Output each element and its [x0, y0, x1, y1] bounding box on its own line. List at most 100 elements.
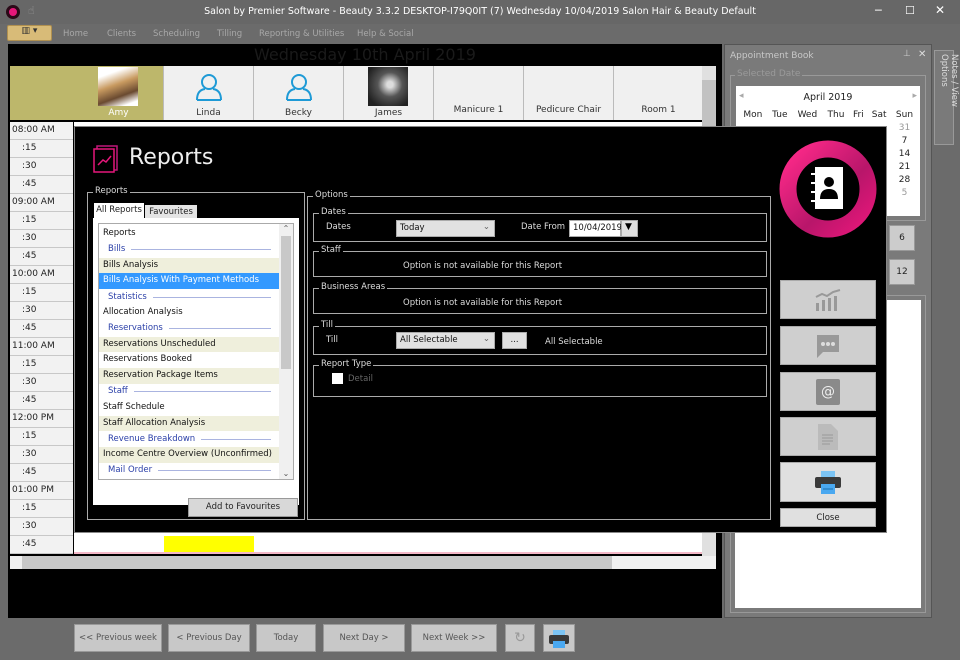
chevron-down-icon: ⌄: [482, 222, 490, 232]
report-item[interactable]: Income Centre Overview (Unconfirmed): [99, 447, 279, 463]
diary-date-heading: Wednesday 10th April 2019: [254, 45, 476, 64]
print-diary-button[interactable]: [543, 624, 575, 652]
scroll-up-icon[interactable]: ⌃: [279, 224, 293, 233]
reports-dialog: Reports Reports All Reports Favourites R…: [74, 126, 887, 533]
report-item[interactable]: Bills Analysis: [99, 257, 279, 274]
previous-week-button[interactable]: << Previous week: [74, 624, 162, 652]
report-item[interactable]: Staff Schedule: [99, 400, 279, 416]
options-group: Options Dates Dates Today ⌄ Date From 10/…: [307, 190, 771, 520]
printer-icon: [549, 630, 569, 648]
resource-becky[interactable]: Becky: [254, 66, 344, 120]
date-from-input[interactable]: 10/04/2019: [569, 220, 622, 237]
tab-scheduling[interactable]: Scheduling: [153, 29, 200, 39]
report-item[interactable]: Reservation Package Items: [99, 368, 279, 384]
weekday: Wed: [797, 109, 818, 120]
calendar-day[interactable]: 21: [891, 160, 918, 173]
calendar-day[interactable]: 31: [891, 121, 918, 134]
report-item[interactable]: Reservations Booked: [99, 352, 279, 368]
scroll-thumb[interactable]: [281, 236, 291, 369]
calendar-day[interactable]: 7: [891, 134, 918, 147]
time-slot-label: :30: [10, 374, 73, 392]
tab-home[interactable]: Home: [63, 29, 88, 39]
print-report-button[interactable]: [780, 462, 876, 502]
report-category: Reservations: [99, 320, 279, 337]
calendar-day[interactable]: 14: [891, 147, 918, 160]
resource-name: Pedicure Chair: [535, 105, 602, 115]
time-slot-label: :15: [10, 284, 73, 302]
refresh-button[interactable]: ↻: [505, 624, 535, 652]
time-slot-label: 01:00 PM: [10, 482, 73, 500]
dates-select[interactable]: Today ⌄: [396, 220, 495, 237]
previous-day-button[interactable]: < Previous Day: [168, 624, 250, 652]
till-label: Till: [326, 335, 339, 345]
list-scrollbar[interactable]: ⌃ ⌄: [279, 224, 293, 479]
date-from-label: Date From: [521, 222, 566, 232]
group-label: Options: [313, 190, 350, 200]
tab-favourites[interactable]: Favourites: [145, 205, 197, 219]
tab-all-reports[interactable]: All Reports: [94, 203, 144, 218]
report-item[interactable]: Staff Allocation Analysis: [99, 415, 279, 432]
date-picker-button[interactable]: ▼: [621, 220, 638, 237]
report-item[interactable]: Reservations Unscheduled: [99, 336, 279, 353]
email-button[interactable]: @: [780, 372, 876, 411]
ribbon: ▥ ▾ Home Clients Scheduling Tilling Repo…: [0, 24, 960, 44]
group-label: Report Type: [319, 359, 374, 369]
detail-checkbox[interactable]: [332, 373, 343, 384]
resource-room-1[interactable]: Room 1: [614, 66, 704, 120]
weekday: Thu: [827, 109, 845, 120]
notes-view-options-tab[interactable]: Notes / View Options: [934, 50, 959, 145]
next-month-icon[interactable]: ▸: [912, 91, 917, 101]
time-slot-label: :15: [10, 428, 73, 446]
next-week-button[interactable]: Next Week >>: [411, 624, 497, 652]
next-day-button[interactable]: Next Day >: [323, 624, 405, 652]
minimize-button[interactable]: ─: [875, 4, 882, 17]
pin-icon[interactable]: ⊥: [903, 49, 911, 59]
close-window-button[interactable]: ✕: [935, 3, 945, 17]
interval-6-button[interactable]: 6: [889, 225, 915, 251]
tab-tilling[interactable]: Tilling: [217, 29, 242, 39]
maximize-button[interactable]: ☐: [905, 4, 915, 17]
weekday: Sun: [895, 109, 914, 120]
time-slot-label: :15: [10, 356, 73, 374]
avatar: [98, 67, 138, 106]
sms-button[interactable]: [780, 326, 876, 365]
resource-amy[interactable]: Amy: [74, 66, 164, 120]
horizontal-scrollbar[interactable]: [10, 556, 716, 569]
dropdown-arrow-icon: ▼: [625, 222, 632, 232]
resource-manicure-1[interactable]: Manicure 1: [434, 66, 524, 120]
calendar-day[interactable]: 5: [891, 186, 918, 199]
time-slot-label: :45: [10, 464, 73, 482]
report-list[interactable]: Reports Bills Bills Analysis Bills Analysis…: [98, 223, 294, 480]
staff-unavailable-message: Option is not available for this Report: [403, 261, 563, 271]
interval-12-button[interactable]: 12: [889, 259, 915, 285]
app-menu-button[interactable]: ▥ ▾: [7, 25, 52, 41]
weekday: Mon: [743, 109, 763, 120]
close-button[interactable]: Close: [780, 508, 876, 527]
document-button[interactable]: [780, 417, 876, 456]
tab-clients[interactable]: Clients: [107, 29, 136, 39]
add-to-favourites-button[interactable]: Add to Favourites: [188, 498, 298, 517]
dates-label: Dates: [326, 222, 351, 232]
time-slot-label: :30: [10, 158, 73, 176]
calendar-day[interactable]: 28: [891, 173, 918, 186]
close-panel-icon[interactable]: ✕: [918, 49, 926, 60]
time-slot-label: 09:00 AM: [10, 194, 73, 212]
till-browse-button[interactable]: ...: [502, 332, 527, 349]
today-button[interactable]: Today: [256, 624, 316, 652]
resource-pedicure-chair[interactable]: Pedicure Chair: [524, 66, 614, 120]
resource-name: James: [374, 108, 403, 118]
chart-report-button[interactable]: [780, 280, 876, 319]
report-category: Mail Order: [99, 462, 279, 479]
till-select[interactable]: All Selectable ⌄: [396, 332, 495, 349]
resource-linda[interactable]: Linda: [164, 66, 254, 120]
tab-panel: Reports Bills Bills Analysis Bills Analysis…: [93, 218, 299, 505]
report-item[interactable]: Bills Analysis With Payment Methods: [99, 273, 279, 290]
report-item[interactable]: Allocation Analysis: [99, 305, 279, 321]
tab-reporting[interactable]: Reporting & Utilities: [259, 29, 344, 39]
scroll-down-icon[interactable]: ⌄: [279, 469, 293, 478]
tab-help[interactable]: Help & Social: [357, 29, 414, 39]
time-slot-label: 12:00 PM: [10, 410, 73, 428]
resource-james[interactable]: James: [344, 66, 434, 120]
corner-cell: [10, 66, 74, 120]
document-icon: [818, 423, 838, 450]
